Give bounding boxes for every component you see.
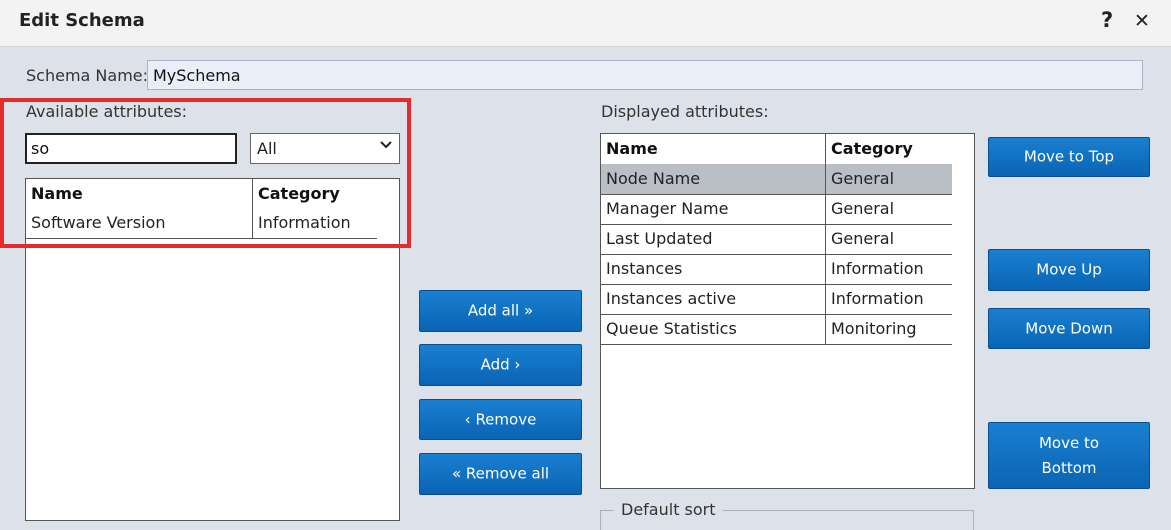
column-header-name[interactable]: Name [26, 179, 253, 209]
row-category: Information [831, 259, 924, 278]
remove-all-button[interactable]: « Remove all [419, 453, 582, 495]
move-up-button[interactable]: Move Up [988, 249, 1150, 291]
table-row[interactable]: Manager Name General [601, 194, 952, 225]
row-category: Information [831, 289, 924, 308]
close-icon[interactable]: ✕ [1134, 10, 1150, 32]
table-row[interactable]: Queue Statistics Monitoring [601, 314, 952, 345]
move-to-bottom-button[interactable]: Move to Bottom [988, 422, 1150, 489]
row-name: Node Name [601, 164, 826, 194]
table-row[interactable]: Instances Information [601, 254, 952, 285]
row-category: General [831, 169, 895, 188]
available-attributes-label: Available attributes: [26, 102, 188, 121]
row-category: General [831, 229, 895, 248]
column-header-category[interactable]: Category [826, 134, 952, 164]
row-name: Instances [601, 254, 826, 284]
table-row[interactable]: Instances active Information [601, 284, 952, 315]
row-name: Instances active [601, 284, 826, 314]
dialog-title: Edit Schema [19, 10, 145, 31]
column-header-category[interactable]: Category [253, 179, 377, 209]
chevron-down-icon [380, 141, 392, 149]
table-row[interactable]: Software Version Information [26, 208, 377, 239]
row-category: General [831, 199, 895, 218]
available-table-header: Name Category [26, 179, 377, 209]
table-row[interactable]: Last Updated General [601, 224, 952, 255]
row-category: Monitoring [831, 319, 917, 338]
category-filter-select[interactable]: All [250, 133, 400, 164]
displayed-attributes-table: Name Category Node Name General Manager … [600, 133, 975, 489]
add-button[interactable]: Add › [419, 344, 582, 386]
add-all-button[interactable]: Add all » [419, 290, 582, 332]
help-icon[interactable]: ? [1101, 8, 1113, 32]
displayed-table-header: Name Category [601, 134, 952, 164]
row-name: Last Updated [601, 224, 826, 254]
schema-name-label: Schema Name: [26, 66, 149, 85]
remove-button[interactable]: ‹ Remove [419, 399, 582, 440]
row-name: Queue Statistics [601, 314, 826, 344]
move-down-button[interactable]: Move Down [988, 308, 1150, 349]
table-row[interactable]: Node Name General [601, 164, 952, 195]
default-sort-legend: Default sort [614, 500, 723, 519]
schema-name-input[interactable] [147, 60, 1143, 90]
move-to-top-button[interactable]: Move to Top [988, 137, 1150, 177]
column-header-name[interactable]: Name [601, 134, 826, 164]
attribute-search-input[interactable] [25, 133, 237, 164]
row-name: Software Version [26, 208, 253, 238]
dialog-titlebar: Edit Schema ? ✕ [0, 0, 1171, 47]
available-attributes-table: Name Category Software Version Informati… [25, 178, 400, 521]
category-filter-value: All [257, 139, 277, 158]
displayed-attributes-label: Displayed attributes: [601, 102, 769, 121]
row-name: Manager Name [601, 194, 826, 224]
row-category: Information [258, 213, 351, 232]
